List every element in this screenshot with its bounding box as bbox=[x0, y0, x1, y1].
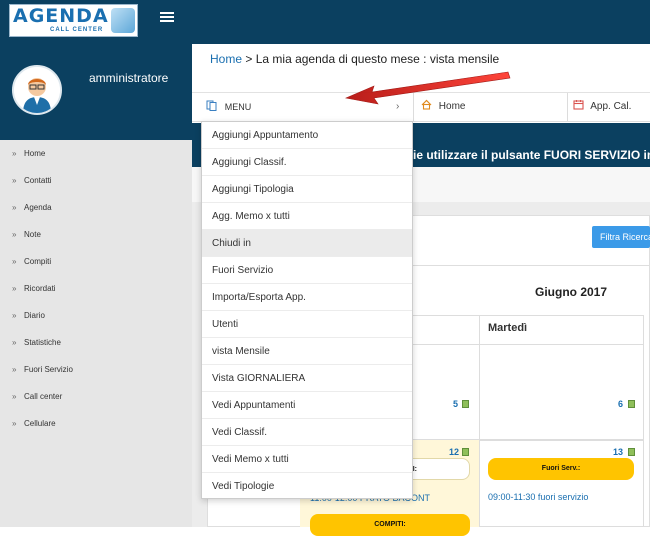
day-number[interactable]: 6 bbox=[618, 399, 623, 409]
sidebar-item-label: Diario bbox=[24, 311, 45, 320]
menu-item-vedi-classif[interactable]: Vedi Classif. bbox=[202, 419, 412, 446]
double-chevron-right-icon: » bbox=[12, 203, 17, 212]
sidebar-item-label: Contatti bbox=[24, 176, 52, 185]
sidebar-item-label: Home bbox=[24, 149, 46, 158]
sidebar-item-label: Compiti bbox=[24, 257, 52, 266]
sidebar-item-fuori-servizio[interactable]: » Fuori Servizio bbox=[0, 356, 192, 383]
menu-dropdown: Aggiungi Appuntamento Aggiungi Classif. … bbox=[201, 121, 413, 499]
sidebar-item-label: Agenda bbox=[24, 203, 52, 212]
menu-item-utenti[interactable]: Utenti bbox=[202, 311, 412, 338]
menu-item-vedi-tipologie[interactable]: Vedi Tipologie bbox=[202, 473, 412, 500]
day-number[interactable]: 13 bbox=[613, 447, 623, 457]
double-chevron-right-icon: » bbox=[12, 419, 17, 428]
home-icon bbox=[421, 99, 432, 110]
add-event-icon[interactable] bbox=[628, 448, 635, 456]
nav-appcal-label: App. Cal. bbox=[590, 101, 632, 112]
sidebar-item-statistiche[interactable]: » Statistiche bbox=[0, 329, 192, 356]
nav-home-button[interactable]: Home bbox=[421, 93, 561, 121]
app-logo[interactable]: AGENDA CALL CENTER bbox=[9, 4, 138, 37]
double-chevron-right-icon: » bbox=[12, 176, 17, 185]
compiti-pill[interactable]: COMPITI: bbox=[310, 514, 470, 536]
username: amministratore bbox=[89, 71, 169, 85]
month-label: Giugno 2017 bbox=[535, 285, 608, 299]
top-bar: AGENDA CALL CENTER bbox=[0, 0, 650, 44]
nav-home-label: Home bbox=[438, 101, 466, 112]
filter-search-button[interactable]: Filtra Ricerca bbox=[592, 226, 650, 248]
add-event-icon[interactable] bbox=[462, 448, 469, 456]
menu-label: MENU bbox=[224, 102, 252, 112]
chevron-right-icon: › bbox=[396, 101, 400, 112]
add-event-icon[interactable] bbox=[628, 400, 635, 408]
menu-item-fuori-servizio[interactable]: Fuori Servizio bbox=[202, 257, 412, 284]
logo-subtext: CALL CENTER bbox=[50, 27, 104, 33]
menu-item-vedi-memo-tutti[interactable]: Vedi Memo x tutti bbox=[202, 446, 412, 473]
sidebar-menu: » Home » Contatti » Agenda » Note » Compiti »… bbox=[0, 140, 192, 437]
user-avatar-icon bbox=[14, 67, 60, 113]
sidebar-item-label: Fuori Servizio bbox=[24, 365, 73, 374]
menu-item-aggiungi-appuntamento[interactable]: Aggiungi Appuntamento bbox=[202, 122, 412, 149]
nav-separator bbox=[567, 93, 568, 121]
sidebar-item-label: Cellulare bbox=[24, 419, 56, 428]
book-icon bbox=[206, 100, 217, 111]
menu-item-vista-mensile[interactable]: vista Mensile bbox=[202, 338, 412, 365]
breadcrumb: Home > La mia agenda di questo mese : vi… bbox=[210, 52, 499, 66]
sidebar-item-ricordati[interactable]: » Ricordati bbox=[0, 275, 192, 302]
sidebar-item-label: Ricordati bbox=[24, 284, 56, 293]
nav-separator bbox=[413, 93, 414, 121]
menu-item-chiudi-in[interactable]: Chiudi in bbox=[202, 230, 412, 257]
nav-appcal-button[interactable]: App. Cal. bbox=[573, 93, 650, 121]
sidebar: amministratore » Home » Contatti » Agenda »… bbox=[0, 44, 192, 527]
sidebar-item-label: Call center bbox=[24, 392, 63, 401]
double-chevron-right-icon: » bbox=[12, 311, 17, 320]
double-chevron-right-icon: » bbox=[12, 365, 17, 374]
menu-item-agg-memo-tutti[interactable]: Agg. Memo x tutti bbox=[202, 203, 412, 230]
double-chevron-right-icon: » bbox=[12, 284, 17, 293]
fuori-servizio-link[interactable]: 09:00-11:30 fuori servizio bbox=[488, 492, 588, 502]
nav-row: MENU › Home App. Cal. bbox=[192, 93, 650, 122]
avatar[interactable] bbox=[12, 65, 62, 115]
menu-item-aggiungi-tipologia[interactable]: Aggiungi Tipologia bbox=[202, 176, 412, 203]
banner-text: ie utilizzare il pulsante FUORI SERVIZIO… bbox=[413, 148, 650, 162]
day-number[interactable]: 12 bbox=[449, 447, 459, 457]
double-chevron-right-icon: » bbox=[12, 149, 17, 158]
hamburger-menu-icon[interactable] bbox=[160, 12, 174, 23]
sidebar-item-diario[interactable]: » Diario bbox=[0, 302, 192, 329]
menu-item-vedi-appuntamenti[interactable]: Vedi Appuntamenti bbox=[202, 392, 412, 419]
breadcrumb-separator: > bbox=[245, 52, 253, 66]
calendar-day-cell[interactable] bbox=[479, 344, 644, 440]
fuori-servizio-pill[interactable]: Fuori Serv.: bbox=[488, 458, 634, 480]
double-chevron-right-icon: » bbox=[12, 392, 17, 401]
sidebar-item-home[interactable]: » Home bbox=[0, 140, 192, 167]
sidebar-item-label: Statistiche bbox=[24, 338, 61, 347]
double-chevron-right-icon: » bbox=[12, 230, 17, 239]
sidebar-item-contatti[interactable]: » Contatti bbox=[0, 167, 192, 194]
sidebar-item-label: Note bbox=[24, 230, 41, 239]
sidebar-item-compiti[interactable]: » Compiti bbox=[0, 248, 192, 275]
double-chevron-right-icon: » bbox=[12, 338, 17, 347]
menu-item-aggiungi-classif[interactable]: Aggiungi Classif. bbox=[202, 149, 412, 176]
sidebar-item-call-center[interactable]: » Call center bbox=[0, 383, 192, 410]
day-number[interactable]: 5 bbox=[453, 399, 458, 409]
menu-item-importa-esporta[interactable]: Importa/Esporta App. bbox=[202, 284, 412, 311]
user-panel: amministratore bbox=[0, 44, 192, 140]
sidebar-item-cellulare[interactable]: » Cellulare bbox=[0, 410, 192, 437]
double-chevron-right-icon: » bbox=[12, 257, 17, 266]
logo-graphic bbox=[111, 8, 135, 33]
menu-button[interactable]: MENU › bbox=[206, 93, 406, 121]
logo-text: AGENDA bbox=[13, 5, 109, 27]
breadcrumb-home-link[interactable]: Home bbox=[210, 52, 242, 66]
add-event-icon[interactable] bbox=[462, 400, 469, 408]
page-title: La mia agenda di questo mese : vista men… bbox=[255, 52, 500, 66]
sidebar-item-note[interactable]: » Note bbox=[0, 221, 192, 248]
sidebar-item-agenda[interactable]: » Agenda bbox=[0, 194, 192, 221]
calendar-icon bbox=[573, 100, 584, 110]
menu-item-vista-giornaliera[interactable]: Vista GIORNALIERA bbox=[202, 365, 412, 392]
day-name-tuesday: Martedì bbox=[488, 322, 528, 334]
